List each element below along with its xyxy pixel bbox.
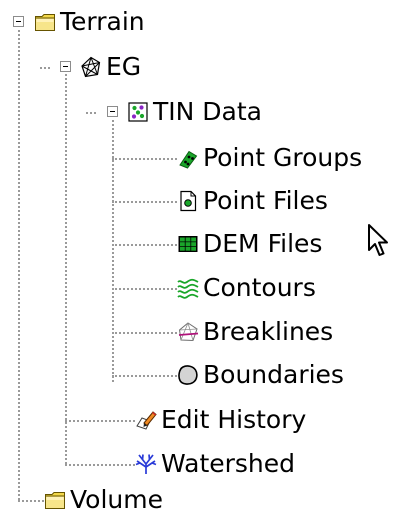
tree-node-label: Breaklines (203, 317, 334, 346)
tree-line (112, 244, 177, 246)
tree-line (112, 375, 177, 377)
tin-data-icon (127, 101, 149, 123)
tree-line (18, 30, 20, 500)
boundaries-icon (177, 364, 199, 386)
eg-collapse-toggle[interactable] (60, 61, 71, 72)
tree-line (86, 112, 96, 114)
tree-node-point-files[interactable]: Point Files (177, 184, 328, 218)
mouse-pointer-icon (367, 223, 391, 259)
tin-data-collapse-toggle[interactable] (107, 106, 118, 117)
tree-node-label: EG (106, 52, 142, 81)
tree-node-terrain[interactable]: Terrain (34, 5, 145, 39)
tree-node-point-groups[interactable]: Point Groups (177, 141, 362, 175)
terrain-collapse-toggle[interactable] (13, 16, 24, 27)
tree-node-eg[interactable]: EG (80, 50, 141, 84)
tree-node-watershed[interactable]: Watershed (135, 447, 295, 481)
tree-node-contours[interactable]: Contours (177, 271, 316, 305)
tree-node-label: TIN Data (153, 97, 262, 126)
tree-node-label: Boundaries (203, 360, 344, 389)
tree-line (112, 288, 177, 290)
breaklines-icon (177, 321, 199, 343)
tree-node-label: Terrain (60, 7, 145, 36)
dem-files-icon (177, 233, 199, 255)
tree-line (65, 74, 67, 464)
edit-history-icon (135, 409, 157, 431)
tree-node-edit-history[interactable]: Edit History (135, 403, 306, 437)
tree-node-tin-data[interactable]: TIN Data (127, 95, 262, 129)
watershed-icon (135, 453, 157, 475)
point-files-icon (177, 190, 199, 212)
tree-node-volume[interactable]: Volume (44, 483, 163, 517)
tree-node-breaklines[interactable]: Breaklines (177, 315, 333, 349)
tree-node-label: Contours (203, 273, 316, 302)
tree-node-boundaries[interactable]: Boundaries (177, 358, 344, 392)
tree-node-label: Volume (70, 485, 163, 514)
tree-node-label: Edit History (161, 405, 307, 434)
terrain-tree-view[interactable]: Terrain EG TIN Data Point Groups Point F… (0, 0, 403, 520)
tree-line (18, 500, 44, 502)
tree-line (112, 332, 177, 334)
folder-icon (34, 11, 56, 33)
tree-line (112, 158, 177, 160)
point-groups-icon (177, 147, 199, 169)
tin-surface-icon (80, 56, 102, 78)
tree-node-label: Point Groups (203, 143, 363, 172)
tree-node-label: DEM Files (203, 229, 323, 258)
contours-icon (177, 277, 199, 299)
tree-line (112, 201, 177, 203)
tree-node-label: Point Files (203, 186, 328, 215)
tree-node-dem-files[interactable]: DEM Files (177, 227, 322, 261)
tree-line (40, 67, 50, 69)
folder-icon (44, 489, 66, 511)
tree-line (65, 464, 135, 466)
tree-node-label: Watershed (161, 449, 296, 478)
tree-line (65, 420, 135, 422)
